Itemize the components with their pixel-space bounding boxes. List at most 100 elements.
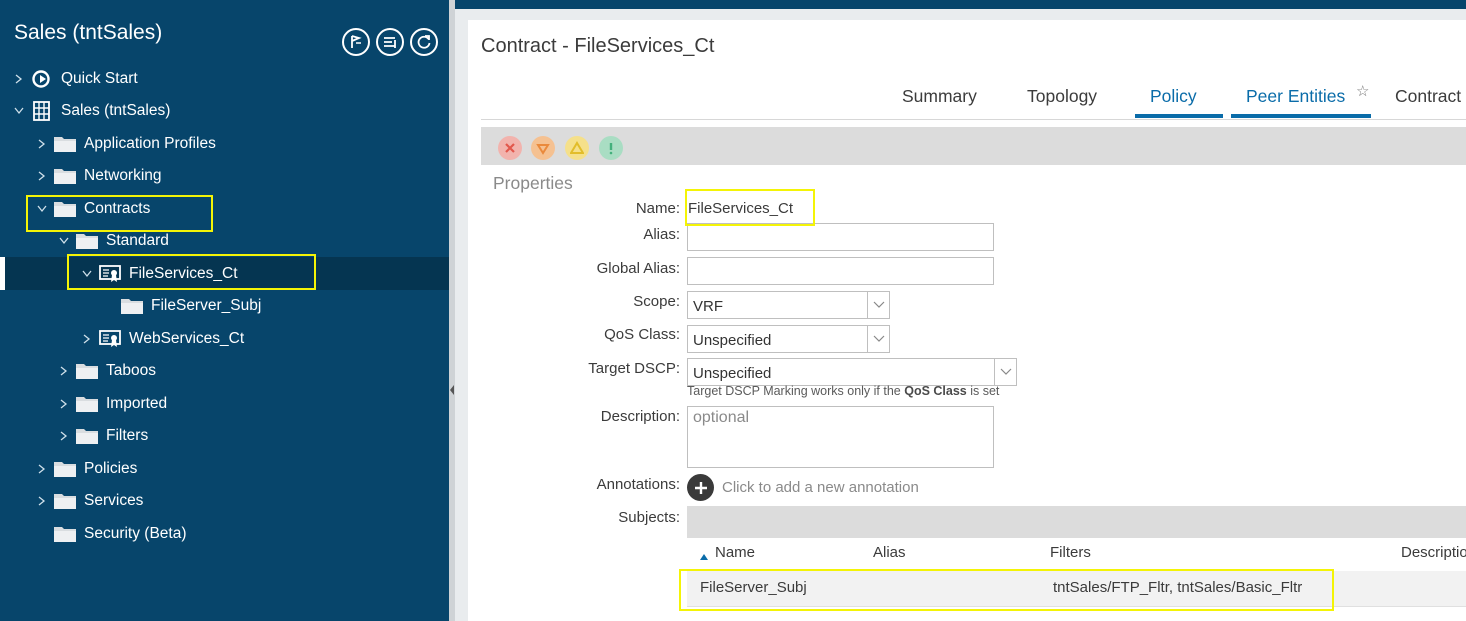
column-header-name[interactable]: Name <box>715 544 755 561</box>
chevron-right-icon[interactable] <box>13 73 25 85</box>
tree-item-standard[interactable]: Standard <box>0 224 449 257</box>
chevron-down-icon[interactable] <box>867 292 889 318</box>
tree-item-filters[interactable]: Filters <box>0 419 449 452</box>
hint-bold: QoS Class <box>904 384 967 398</box>
name-value: FileServices_Ct <box>688 200 794 217</box>
column-header-filters[interactable]: Filters <box>1050 544 1091 561</box>
chevron-down-icon[interactable] <box>867 326 889 352</box>
folder-icon <box>76 426 98 446</box>
quick-start-icon <box>31 69 53 89</box>
chevron-down-icon[interactable] <box>994 359 1016 385</box>
tree-item-label: Contracts <box>84 199 151 217</box>
annotations-label: Annotations: <box>596 476 680 493</box>
tab-policy[interactable]: Policy <box>1150 86 1197 107</box>
qos-class-label: QoS Class: <box>604 326 680 343</box>
tree-item-label: Quick Start <box>61 69 138 87</box>
tree-item-label: FileServer_Subj <box>151 296 262 314</box>
top-bar <box>449 0 1466 9</box>
add-annotation-icon[interactable] <box>687 474 714 501</box>
tree-item-fileserver-subj[interactable]: FileServer_Subj <box>0 289 449 322</box>
scope-select[interactable]: VRF <box>687 291 890 319</box>
chevron-down-icon[interactable] <box>58 235 70 247</box>
tab-summary[interactable]: Summary <box>902 86 977 107</box>
description-field[interactable]: optional <box>687 406 994 468</box>
alias-field[interactable] <box>687 223 994 251</box>
global-alias-field[interactable] <box>687 257 994 285</box>
hint-text: is set <box>966 384 1000 398</box>
folder-icon <box>76 394 98 414</box>
tree-item-webservices-ct[interactable]: WebServices_Ct <box>0 322 449 355</box>
contract-icon <box>99 329 121 349</box>
tab-underline <box>1231 114 1371 118</box>
tree-item-policies[interactable]: Policies <box>0 452 449 485</box>
contract-icon <box>99 264 121 284</box>
sort-ascending-icon[interactable] <box>699 548 709 566</box>
tab-contract[interactable]: Contract <box>1395 86 1461 107</box>
folder-icon <box>54 524 76 544</box>
critical-fault-icon[interactable] <box>498 136 522 160</box>
folder-icon <box>76 361 98 381</box>
folder-icon <box>54 491 76 511</box>
add-annotation-link[interactable]: Click to add a new annotation <box>722 479 919 496</box>
tree-item-label: Imported <box>106 394 168 412</box>
flag-icon[interactable] <box>342 28 370 56</box>
tab-topology[interactable]: Topology <box>1027 86 1097 107</box>
chevron-right-icon[interactable] <box>58 365 70 377</box>
description-label: Description: <box>600 408 680 425</box>
tree-item-label: Networking <box>84 166 162 184</box>
qos-class-value: Unspecified <box>693 332 772 349</box>
tree-item-label: FileServices_Ct <box>129 264 238 282</box>
folder-icon <box>54 166 76 186</box>
tree-item-security[interactable]: Security (Beta) <box>0 517 449 550</box>
tree-item-taboos[interactable]: Taboos <box>0 354 449 387</box>
tree-item-imported[interactable]: Imported <box>0 387 449 420</box>
chevron-right-icon[interactable] <box>36 495 48 507</box>
name-label: Name: <box>635 200 680 217</box>
tree-item-contracts[interactable]: Contracts <box>0 192 449 225</box>
chevron-right-icon[interactable] <box>36 170 48 182</box>
major-fault-icon[interactable] <box>531 136 555 160</box>
column-header-alias[interactable]: Alias <box>873 544 906 561</box>
tree-item-label: WebServices_Ct <box>129 329 245 347</box>
chevron-right-icon[interactable] <box>58 398 70 410</box>
star-icon[interactable]: ☆ <box>1356 82 1369 100</box>
tree-item-label: Security (Beta) <box>84 524 187 542</box>
tree-item-label: Taboos <box>106 361 156 379</box>
qos-class-select[interactable]: Unspecified <box>687 325 890 353</box>
folder-icon <box>54 134 76 154</box>
subject-filters-cell: tntSales/FTP_Fltr, tntSales/Basic_Fltr <box>1053 579 1303 596</box>
target-dscp-label: Target DSCP: <box>588 360 680 377</box>
chevron-down-icon[interactable] <box>81 268 93 280</box>
refresh-icon[interactable] <box>410 28 438 56</box>
tree-item-services[interactable]: Services <box>0 484 449 517</box>
tree-item-label: Filters <box>106 426 149 444</box>
tab-underline <box>1135 114 1223 118</box>
tree-item-fileservices-ct[interactable]: FileServices_Ct <box>0 257 449 290</box>
chevron-right-icon[interactable] <box>36 463 48 475</box>
chevron-down-icon[interactable] <box>36 203 48 215</box>
hint-text: Target DSCP Marking works only if the <box>687 384 905 398</box>
chevron-right-icon[interactable] <box>58 430 70 442</box>
subjects-toolbar <box>687 506 1466 538</box>
subjects-label: Subjects: <box>618 509 680 526</box>
tree-item-tenant[interactable]: Sales (tntSales) <box>0 94 449 127</box>
tab-peer-entities[interactable]: Peer Entities <box>1246 86 1345 107</box>
folder-icon <box>54 199 76 219</box>
tree-item-label: Sales (tntSales) <box>61 101 171 119</box>
fault-summary-bar <box>481 127 1466 165</box>
warning-fault-icon[interactable] <box>599 136 623 160</box>
tree-item-label: Application Profiles <box>84 134 216 152</box>
scope-label: Scope: <box>633 293 680 310</box>
minor-fault-icon[interactable] <box>565 136 589 160</box>
folder-icon <box>54 459 76 479</box>
collapse-list-icon[interactable] <box>376 28 404 56</box>
tree-item-application-profiles[interactable]: Application Profiles <box>0 127 449 160</box>
global-alias-label: Global Alias: <box>596 260 680 277</box>
column-header-description[interactable]: Description <box>1401 544 1466 561</box>
tree-item-networking[interactable]: Networking <box>0 159 449 192</box>
chevron-right-icon[interactable] <box>81 333 93 345</box>
tree-item-quick-start[interactable]: Quick Start <box>0 62 449 95</box>
target-dscp-select[interactable]: Unspecified <box>687 358 1017 386</box>
chevron-down-icon[interactable] <box>13 105 25 117</box>
chevron-right-icon[interactable] <box>36 138 48 150</box>
